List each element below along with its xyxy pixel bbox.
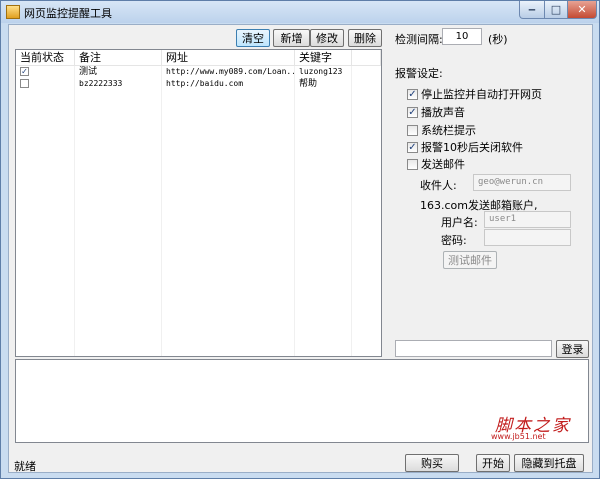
table-row[interactable]: ✓ 测试 http://www.my089.com/Loan... luzong… bbox=[16, 66, 381, 78]
password-input[interactable] bbox=[484, 229, 571, 246]
column-header-note[interactable]: 备注 bbox=[75, 50, 162, 65]
column-header-status[interactable]: 当前状态 bbox=[16, 50, 75, 65]
maximize-icon: □ bbox=[550, 3, 562, 16]
checkbox-unchecked[interactable] bbox=[407, 158, 418, 170]
login-button[interactable]: 登录 bbox=[556, 340, 589, 358]
checkbox-unchecked[interactable] bbox=[407, 124, 418, 136]
clear-button[interactable]: 清空 bbox=[236, 29, 270, 47]
option-play-sound[interactable]: ✓ 播放声音 bbox=[407, 104, 465, 120]
add-button[interactable]: 新增 bbox=[273, 29, 310, 47]
title-bar[interactable]: 网页监控提醒工具 ‒ □ ✕ bbox=[1, 1, 599, 23]
delete-button[interactable]: 删除 bbox=[348, 29, 382, 47]
column-header-url[interactable]: 网址 bbox=[162, 50, 295, 65]
interval-label: 检测间隔: bbox=[395, 33, 443, 46]
monitor-table[interactable]: 当前状态 备注 网址 关键字 ✓ 测试 http://www.my089.com… bbox=[15, 49, 382, 357]
interval-input[interactable]: 10 bbox=[442, 28, 482, 45]
grid-column bbox=[162, 66, 295, 356]
grid-column bbox=[75, 66, 162, 356]
row-status-cell bbox=[16, 78, 75, 90]
client-area: 清空 新增 修改 删除 当前状态 备注 网址 关键字 ✓ 测试 http://w… bbox=[8, 24, 593, 473]
start-button[interactable]: 开始 bbox=[476, 454, 510, 472]
option-send-email[interactable]: 发送邮件 bbox=[407, 156, 465, 172]
alarm-section-label: 报警设定: bbox=[395, 67, 443, 80]
maximize-button[interactable]: □ bbox=[544, 1, 568, 19]
username-input[interactable]: user1 bbox=[484, 211, 571, 228]
app-window: 网页监控提醒工具 ‒ □ ✕ 清空 新增 修改 删除 当前状态 备注 网址 关键… bbox=[0, 0, 600, 479]
edit-button[interactable]: 修改 bbox=[310, 29, 344, 47]
option-open-page[interactable]: ✓ 停止监控并自动打开网页 bbox=[407, 86, 542, 102]
row-keyword: luzong123 bbox=[295, 66, 352, 78]
row-checkbox[interactable] bbox=[20, 79, 29, 88]
password-label: 密码: bbox=[441, 234, 467, 247]
recipient-input[interactable]: geo@werun.cn bbox=[473, 174, 571, 191]
app-icon bbox=[6, 5, 20, 19]
status-text: 就绪 bbox=[14, 460, 36, 473]
option-label: 报警10秒后关闭软件 bbox=[421, 141, 523, 154]
row-url: http://baidu.com bbox=[162, 78, 295, 90]
checkbox-checked[interactable]: ✓ bbox=[407, 106, 418, 118]
recipient-label: 收件人: bbox=[420, 179, 457, 192]
option-close-after-alarm[interactable]: ✓ 报警10秒后关闭软件 bbox=[407, 139, 523, 155]
buy-button[interactable]: 购买 bbox=[405, 454, 459, 472]
close-icon: ✕ bbox=[577, 3, 587, 16]
table-body: ✓ 测试 http://www.my089.com/Loan... luzong… bbox=[16, 66, 381, 356]
login-input[interactable] bbox=[395, 340, 552, 357]
username-label: 用户名: bbox=[441, 216, 478, 229]
table-row[interactable]: bz2222333 http://baidu.com 帮助 bbox=[16, 78, 381, 90]
option-label: 发送邮件 bbox=[421, 158, 465, 171]
row-note: 测试 bbox=[75, 66, 162, 78]
grid-column bbox=[16, 66, 75, 356]
checkbox-checked[interactable]: ✓ bbox=[407, 88, 418, 100]
row-url: http://www.my089.com/Loan... bbox=[162, 66, 295, 78]
option-label: 系统栏提示 bbox=[421, 124, 476, 137]
column-header-empty bbox=[352, 50, 381, 65]
column-header-keyword[interactable]: 关键字 bbox=[295, 50, 352, 65]
row-note: bz2222333 bbox=[75, 78, 162, 90]
watermark-url: www.jb51.net bbox=[491, 432, 546, 441]
row-checkbox[interactable]: ✓ bbox=[20, 67, 29, 76]
table-header: 当前状态 备注 网址 关键字 bbox=[16, 50, 381, 66]
option-tray-notify[interactable]: 系统栏提示 bbox=[407, 122, 476, 138]
test-email-button[interactable]: 测试邮件 bbox=[443, 251, 497, 269]
checkbox-checked[interactable]: ✓ bbox=[407, 141, 418, 153]
row-status-cell: ✓ bbox=[16, 66, 75, 78]
hide-to-tray-button[interactable]: 隐藏到托盘 bbox=[514, 454, 584, 472]
close-button[interactable]: ✕ bbox=[567, 1, 597, 19]
minimize-icon: ‒ bbox=[528, 3, 536, 16]
option-label: 播放声音 bbox=[421, 106, 465, 119]
minimize-button[interactable]: ‒ bbox=[519, 1, 545, 19]
window-title: 网页监控提醒工具 bbox=[24, 7, 112, 20]
grid-column bbox=[295, 66, 352, 356]
table-grid bbox=[16, 66, 381, 356]
interval-unit: (秒) bbox=[488, 33, 508, 46]
option-label: 停止监控并自动打开网页 bbox=[421, 88, 542, 101]
row-keyword: 帮助 bbox=[295, 78, 352, 90]
